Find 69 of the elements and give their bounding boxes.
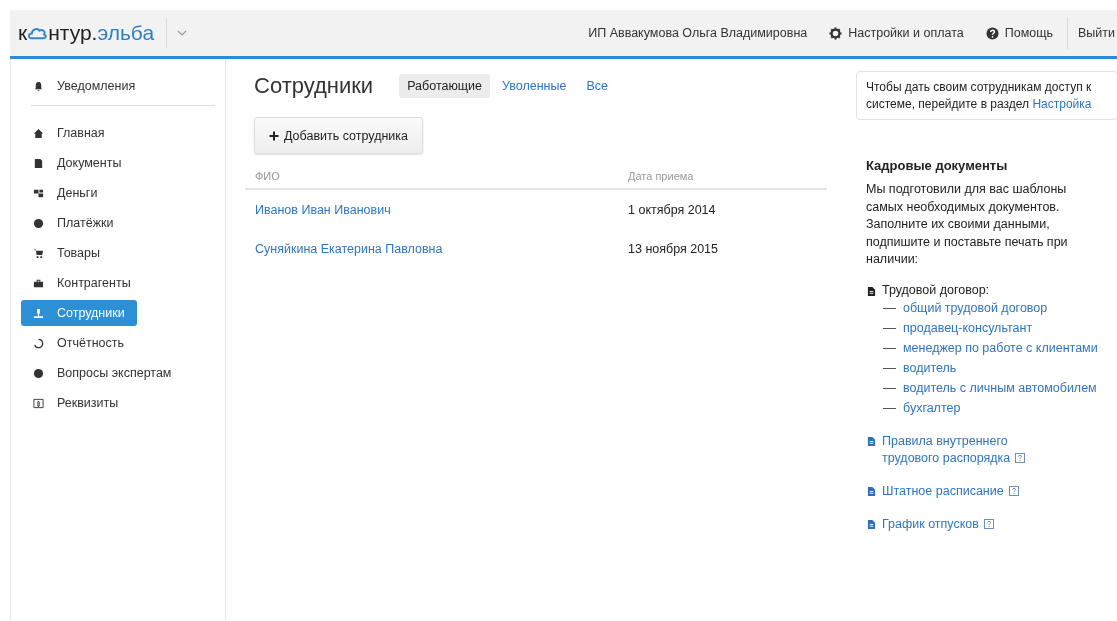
help-icon	[985, 26, 999, 40]
table-cell: 1 октября 2014	[628, 202, 716, 217]
template-link[interactable]: менеджер по работе с клиентами	[903, 340, 1108, 355]
logo-text: нтур.	[48, 21, 98, 45]
sidebar-item[interactable]: Документы	[21, 150, 137, 176]
template-link[interactable]: общий трудовой договор	[903, 300, 1108, 315]
document-icon	[867, 518, 876, 530]
employee-name-link[interactable]: Иванов Иван Иванович	[255, 202, 628, 217]
sidebar-item[interactable]: Главная	[21, 120, 137, 146]
logo-text: эльба	[97, 21, 155, 45]
sidebar-item[interactable]: Товары	[21, 240, 137, 266]
bell-icon	[33, 80, 44, 92]
document-icon	[867, 435, 876, 447]
settings-link[interactable]: Настройки и оплата	[848, 26, 964, 40]
document-icon	[867, 285, 876, 297]
user-name[interactable]: ИП Аввакумова Ольга Владимировна	[588, 26, 808, 40]
template-link[interactable]: водитель с личным автомобилем	[903, 380, 1108, 395]
doc-icon	[33, 157, 44, 169]
help-icon[interactable]	[983, 518, 994, 529]
document-link[interactable]: Штатное расписание	[882, 482, 1042, 500]
sidebar-item[interactable]: Отчётность	[21, 330, 137, 356]
sidebar-item[interactable]: Вопросы экспертам	[21, 360, 182, 386]
logout-link[interactable]: Выйти	[1078, 26, 1115, 40]
dash-icon	[883, 347, 896, 349]
notice-text: Чтобы дать своим сотрудникам доступ к системе, перейдите в раздел Настройка	[866, 79, 1093, 113]
sidebar-item[interactable]: Платёжки	[21, 210, 137, 236]
sidebar-item[interactable]: Деньги	[21, 180, 137, 206]
filter-tab[interactable]: Все	[578, 74, 616, 98]
dash-icon	[883, 387, 896, 389]
sidebar-item[interactable]: Сотрудники	[21, 300, 137, 326]
dash-icon	[883, 307, 896, 309]
dash-icon	[883, 407, 896, 409]
document-icon	[867, 485, 876, 497]
help-link[interactable]: Помощь	[1004, 26, 1053, 40]
table-cell: 13 ноября 2015	[628, 241, 719, 256]
settings-section-link[interactable]: Настройка	[1032, 97, 1092, 111]
chevron-down-icon[interactable]	[177, 30, 188, 36]
dash-icon	[883, 367, 896, 369]
template-link[interactable]: водитель	[903, 360, 1108, 375]
cart-icon	[33, 247, 44, 259]
sidebar-item[interactable]: Реквизиты	[21, 390, 137, 416]
filter-tab[interactable]: Работающие	[399, 74, 490, 98]
add-employee-button[interactable]: Добавить сотрудника	[254, 117, 424, 154]
plus-icon	[269, 130, 279, 141]
logo[interactable]: к нтур.эльба	[18, 21, 155, 45]
money-icon	[33, 187, 44, 199]
section-title: Кадровые документы	[866, 158, 1009, 173]
employee-name-link[interactable]: Суняйкина Екатерина Павловна	[255, 241, 628, 256]
template-link[interactable]: бухгалтер	[903, 400, 1108, 415]
gear-icon	[829, 26, 843, 40]
dash-icon	[883, 327, 896, 329]
document-link[interactable]: Правила внутреннего трудового распорядка	[882, 432, 1042, 467]
contract-label: Трудовой договор:	[882, 282, 990, 297]
logo-text: к	[18, 21, 28, 45]
page-title: Сотрудники	[254, 73, 374, 99]
intro-text: Мы подготовили для вас шаблоны самых необходимых документов. Заполните их своими данными, подпишите и поставьте печать при наличии:	[866, 181, 1069, 268]
template-link[interactable]: продавец-консультант	[903, 320, 1108, 335]
person-icon	[33, 307, 44, 319]
document-link[interactable]: График отпусков	[882, 515, 1042, 533]
sidebar-item[interactable]: Контрагенты	[21, 270, 141, 296]
info-icon	[33, 397, 44, 409]
column-header: ФИО	[255, 170, 281, 182]
sidebar-item[interactable]: Уведомления	[21, 73, 146, 99]
help-icon[interactable]	[1015, 452, 1026, 463]
filter-tab[interactable]: Уволенные	[494, 74, 575, 98]
home-icon	[33, 127, 44, 139]
column-header: Дата приема	[628, 170, 694, 182]
help-icon[interactable]	[1008, 485, 1019, 496]
briefcase-icon	[33, 277, 44, 289]
